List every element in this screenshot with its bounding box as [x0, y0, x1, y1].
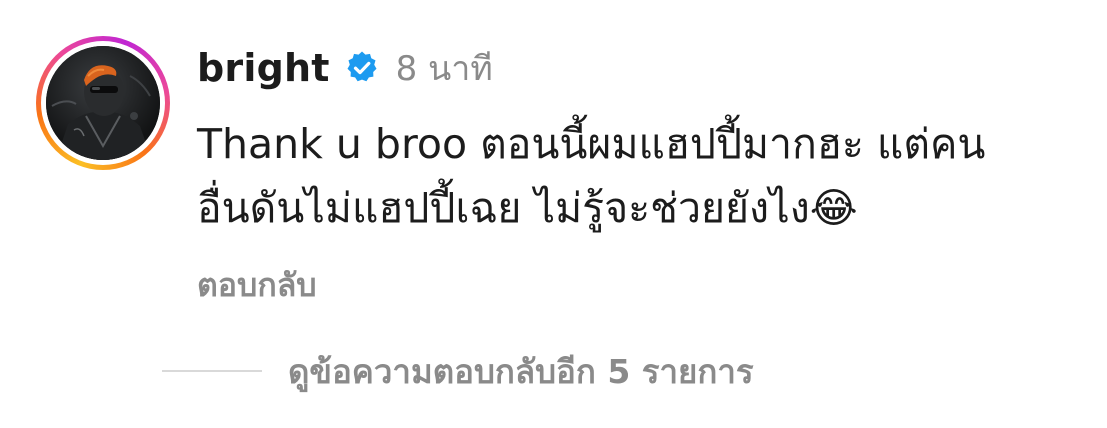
view-more-replies-label: ดูข้อความตอบกลับอีก 5 รายการ	[288, 351, 754, 391]
username-link[interactable]: bright	[197, 46, 330, 90]
view-more-replies-button[interactable]: ดูข้อความตอบกลับอีก 5 รายการ	[162, 344, 754, 398]
comment-item: bright 8 นาที Thank u broo ตอนนี้ผมแฮปปี…	[0, 0, 1107, 428]
avatar[interactable]	[46, 46, 160, 160]
reply-button[interactable]: ตอบกลับ	[197, 260, 317, 311]
avatar-story-ring[interactable]	[36, 36, 170, 170]
verified-badge-icon	[344, 50, 380, 86]
comment-timestamp: 8 นาที	[395, 49, 493, 89]
comment-text-line: Thank u broo ตอนนี้ผมแฮปปี้มากฮะ แต่คน	[197, 120, 986, 168]
comment-text-line: อื่นดันไม่แฮปปี้เฉย ไม่รู้จะช่วยยังไง😂	[197, 184, 858, 232]
avatar-ring-gap	[41, 41, 165, 165]
comment-text: Thank u broo ตอนนี้ผมแฮปปี้มากฮะ แต่คน อ…	[197, 112, 1077, 240]
replies-divider-line	[162, 370, 262, 372]
comment-header: bright 8 นาที	[197, 40, 493, 96]
avatar-image	[46, 46, 160, 160]
